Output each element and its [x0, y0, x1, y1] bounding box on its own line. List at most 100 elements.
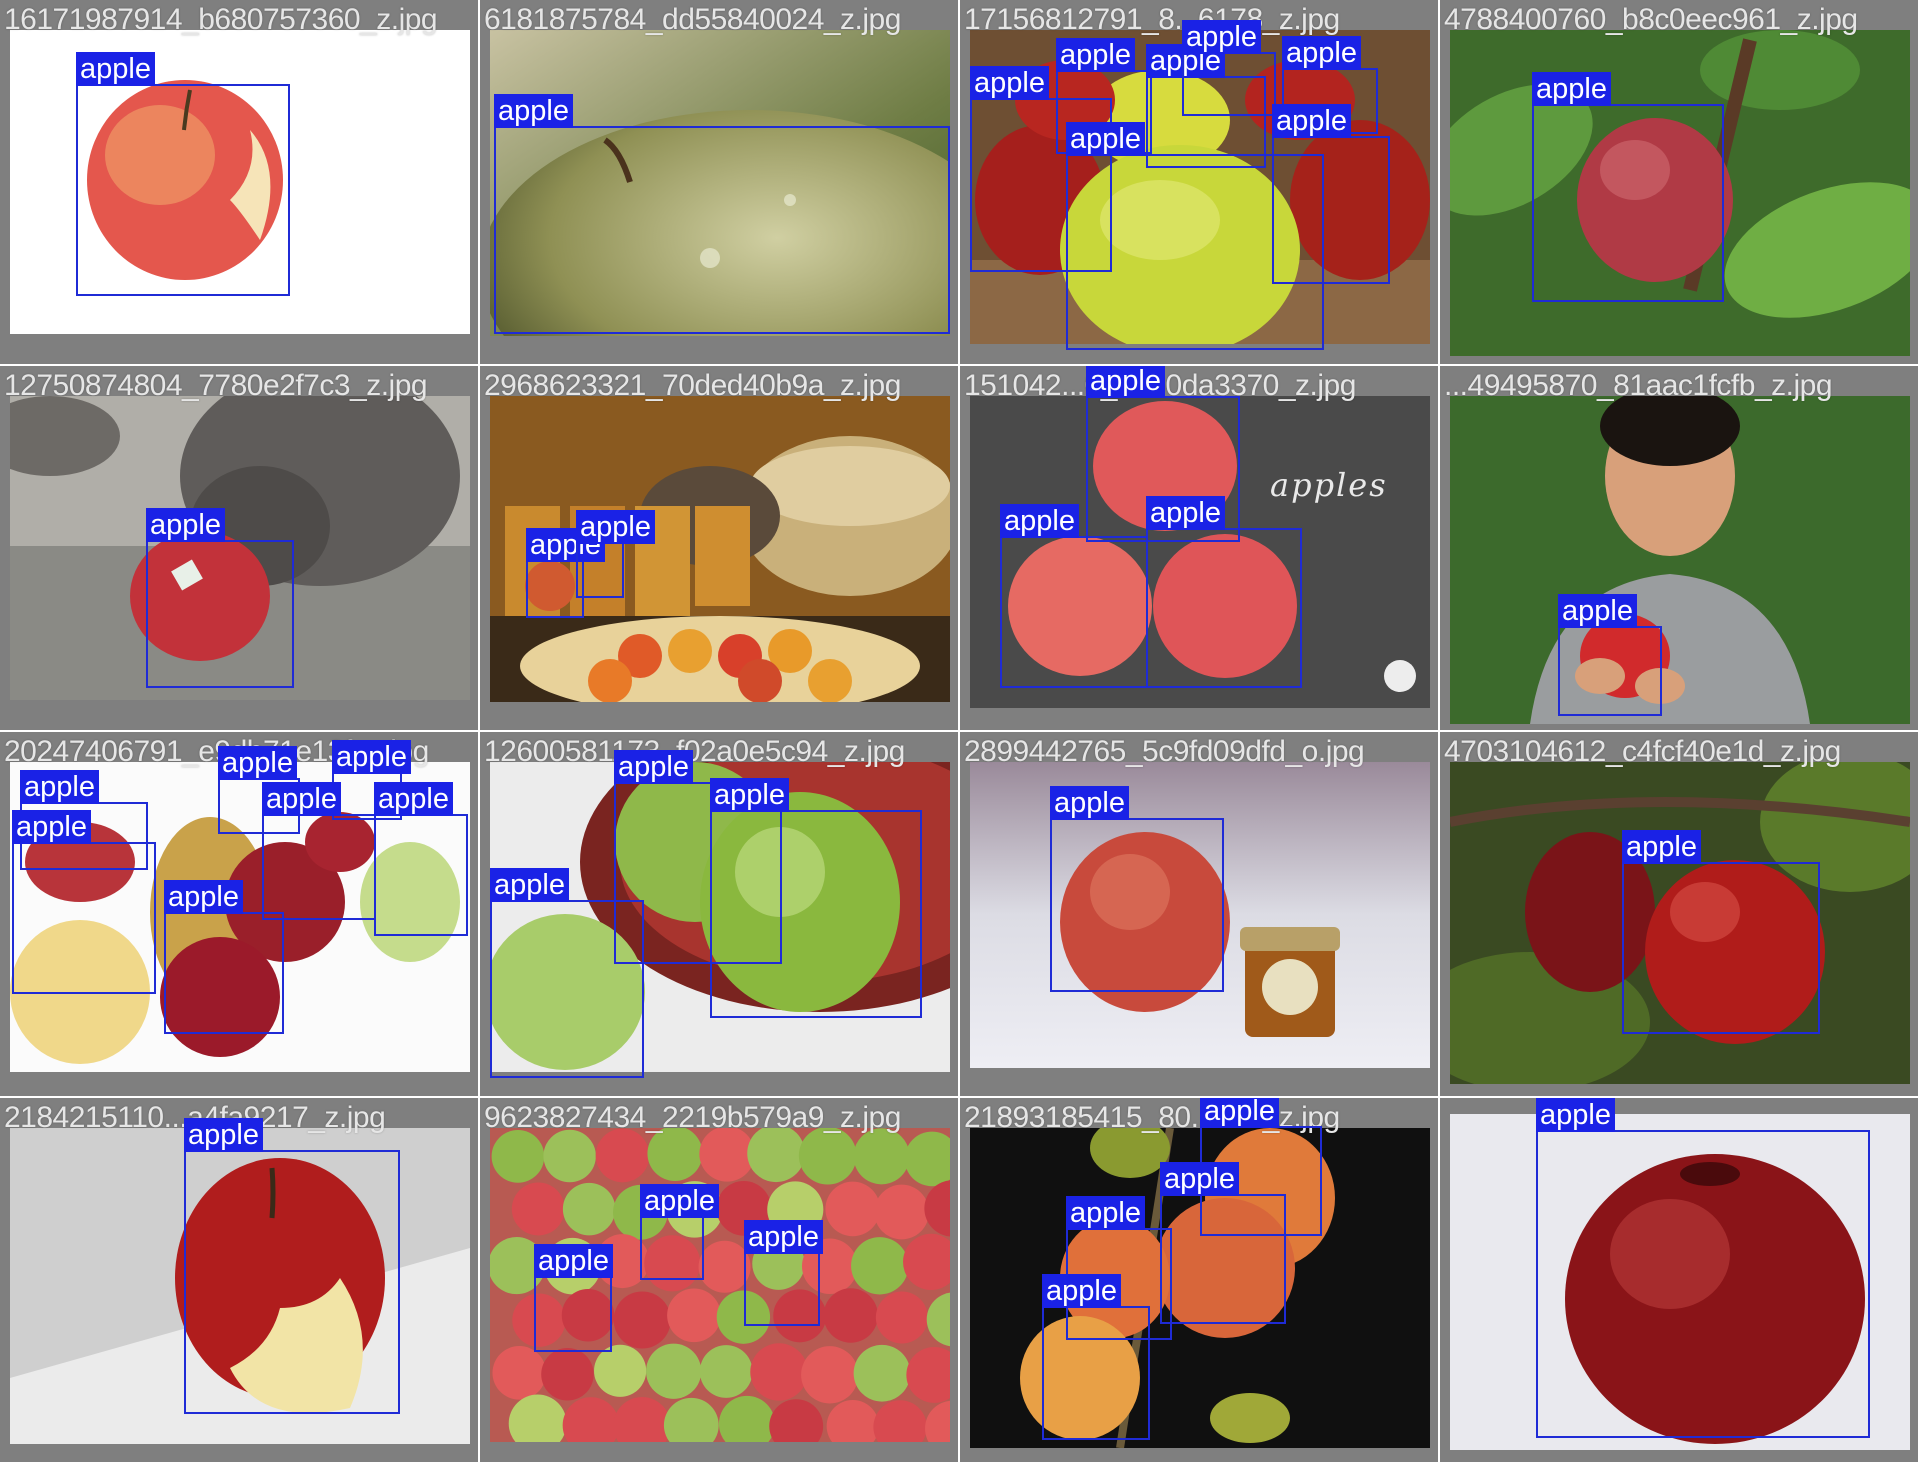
- crate-apple: [699, 1345, 753, 1398]
- detection-label: apple: [1532, 72, 1611, 106]
- tile-16: apple: [1440, 1098, 1920, 1464]
- detection-box: apple: [184, 1118, 400, 1414]
- detection-label: apple: [614, 750, 693, 784]
- detection-box: apple: [374, 782, 468, 936]
- detection-box: apple: [1146, 496, 1302, 688]
- image-mosaic: 16171987914_b680757360_z.jpg apple 61818…: [0, 0, 1920, 1464]
- crate-apple: [853, 1128, 910, 1185]
- detection-label: apple: [970, 66, 1049, 100]
- crate-apple: [823, 1288, 878, 1343]
- detection-box: apple: [640, 1184, 719, 1280]
- tile-7: apples 151042...0_8860da3370_z.jpg apple…: [960, 366, 1440, 732]
- tile-1-filename: 16171987914_b680757360_z.jpg: [4, 3, 438, 36]
- tile-14-filename: 9623827434_2219b579a9_z.jpg: [484, 1101, 901, 1134]
- crate-apple: [667, 1288, 721, 1343]
- detection-label: apple: [1200, 1098, 1279, 1128]
- detection-box: apple: [1000, 504, 1148, 688]
- detection-label: apple: [20, 770, 99, 804]
- detection-label: apple: [1000, 504, 1079, 538]
- detection-box: apple: [1160, 1162, 1286, 1324]
- detection-label: apple: [640, 1184, 719, 1218]
- crate-apple: [798, 1128, 857, 1185]
- crate-apple: [801, 1346, 859, 1404]
- tile-12-filename: 4703104612_c4fcf40e1d_z.jpg: [1444, 735, 1841, 768]
- detection-label: apple: [1086, 366, 1165, 398]
- detection-box: apple: [76, 52, 290, 296]
- tile-4: 4788400760_b8c0eec961_z.jpg apple: [1440, 0, 1920, 366]
- detection-label: apple: [332, 740, 411, 774]
- detection-box: apple: [576, 510, 655, 598]
- detection-box: apple: [534, 1244, 613, 1352]
- tile-14: 9623827434_2219b579a9_z.jpg apple apple …: [480, 1098, 960, 1464]
- crate-apple: [646, 1343, 702, 1399]
- detection-label: apple: [146, 508, 225, 542]
- crate-apple: [851, 1237, 909, 1295]
- detection-box: apple: [1050, 786, 1224, 992]
- detection-box: apple: [1272, 104, 1390, 284]
- crate-apple: [647, 1128, 703, 1181]
- crate-apple: [825, 1181, 881, 1237]
- crate-apple: [543, 1129, 596, 1183]
- detection-box: apple: [490, 868, 644, 1078]
- detection-label: apple: [710, 778, 789, 812]
- detection-box: apple: [1536, 1098, 1870, 1438]
- detection-label: apple: [1182, 20, 1261, 54]
- detection-label: apple: [12, 810, 91, 844]
- detection-label: apple: [164, 880, 243, 914]
- detection-label: apple: [1146, 496, 1225, 530]
- detection-label: apple: [534, 1244, 613, 1278]
- detection-label: apple: [1536, 1098, 1615, 1132]
- tile-3: 17156812791_8...6178_z.jpg apple apple a…: [960, 0, 1440, 366]
- photo-8: [1450, 396, 1910, 724]
- crate-apple: [595, 1128, 650, 1183]
- crate-apple: [511, 1182, 565, 1236]
- detection-box: apple: [262, 782, 376, 920]
- tile-5: 12750874804_7780e2f7c3_z.jpg apple: [0, 366, 480, 732]
- detection-label: apple: [262, 782, 341, 816]
- tile-6-filename: 2968623321_70ded40b9a_z.jpg: [484, 369, 901, 402]
- crate-apple: [594, 1344, 647, 1397]
- detection-label: apple: [1066, 122, 1145, 156]
- tile-4-filename: 4788400760_b8c0eec961_z.jpg: [1444, 3, 1858, 36]
- detection-label: apple: [1272, 104, 1351, 138]
- detection-label: apple: [490, 868, 569, 902]
- tile-11-filename: 2899442765_5c9fd09dfd_o.jpg: [964, 735, 1365, 768]
- detection-label: apple: [494, 94, 573, 128]
- crate-apple: [875, 1291, 928, 1344]
- detection-label: apple: [374, 782, 453, 816]
- tile-15: 21893185415_80...0a3_z.jpg apple apple a…: [960, 1098, 1440, 1464]
- crate-apple: [874, 1184, 929, 1240]
- detection-label: apple: [218, 746, 297, 780]
- tile-8-filename: ...49495870_81aac1fcfb_z.jpg: [1444, 369, 1833, 402]
- detection-box: apple: [1558, 594, 1662, 716]
- detection-box: apple: [146, 508, 294, 688]
- detection-box: apple: [1042, 1274, 1150, 1440]
- detection-label: apple: [1622, 830, 1701, 864]
- crate-apple: [562, 1182, 616, 1236]
- detection-label: apple: [184, 1118, 263, 1152]
- detection-box: apple: [1622, 830, 1820, 1034]
- tile-5-filename: 12750874804_7780e2f7c3_z.jpg: [4, 369, 428, 402]
- tile-1: 16171987914_b680757360_z.jpg apple: [0, 0, 480, 366]
- detection-label: apple: [1282, 36, 1361, 70]
- detection-label: apple: [76, 52, 155, 86]
- detection-box: apple: [164, 880, 284, 1034]
- tile-6: 2968623321_70ded40b9a_z.jpg apple apple: [480, 366, 960, 732]
- crate-apple: [698, 1240, 751, 1293]
- detection-box: apple: [1182, 20, 1276, 116]
- detection-label: apple: [1050, 786, 1129, 820]
- tile-12: 4703104612_c4fcf40e1d_z.jpg apple: [1440, 732, 1920, 1098]
- tile-10: 12600581173_f02a0e5c94_z.jpg apple apple…: [480, 732, 960, 1098]
- detection-label: apple: [1056, 38, 1135, 72]
- crate-apple: [750, 1343, 808, 1401]
- tile-10-filename: 12600581173_f02a0e5c94_z.jpg: [484, 735, 905, 768]
- detection-label: apple: [1042, 1274, 1121, 1308]
- detection-label: apple: [744, 1220, 823, 1254]
- detection-label: apple: [1066, 1196, 1145, 1230]
- detection-label: apple: [576, 510, 655, 544]
- detection-box: apple: [1532, 72, 1724, 302]
- detection-box: apple: [744, 1220, 823, 1326]
- tile-8: ...49495870_81aac1fcfb_z.jpg apple: [1440, 366, 1920, 732]
- tile-3-filename: 17156812791_8...6178_z.jpg: [964, 3, 1340, 36]
- tile-11: 2899442765_5c9fd09dfd_o.jpg apple: [960, 732, 1440, 1098]
